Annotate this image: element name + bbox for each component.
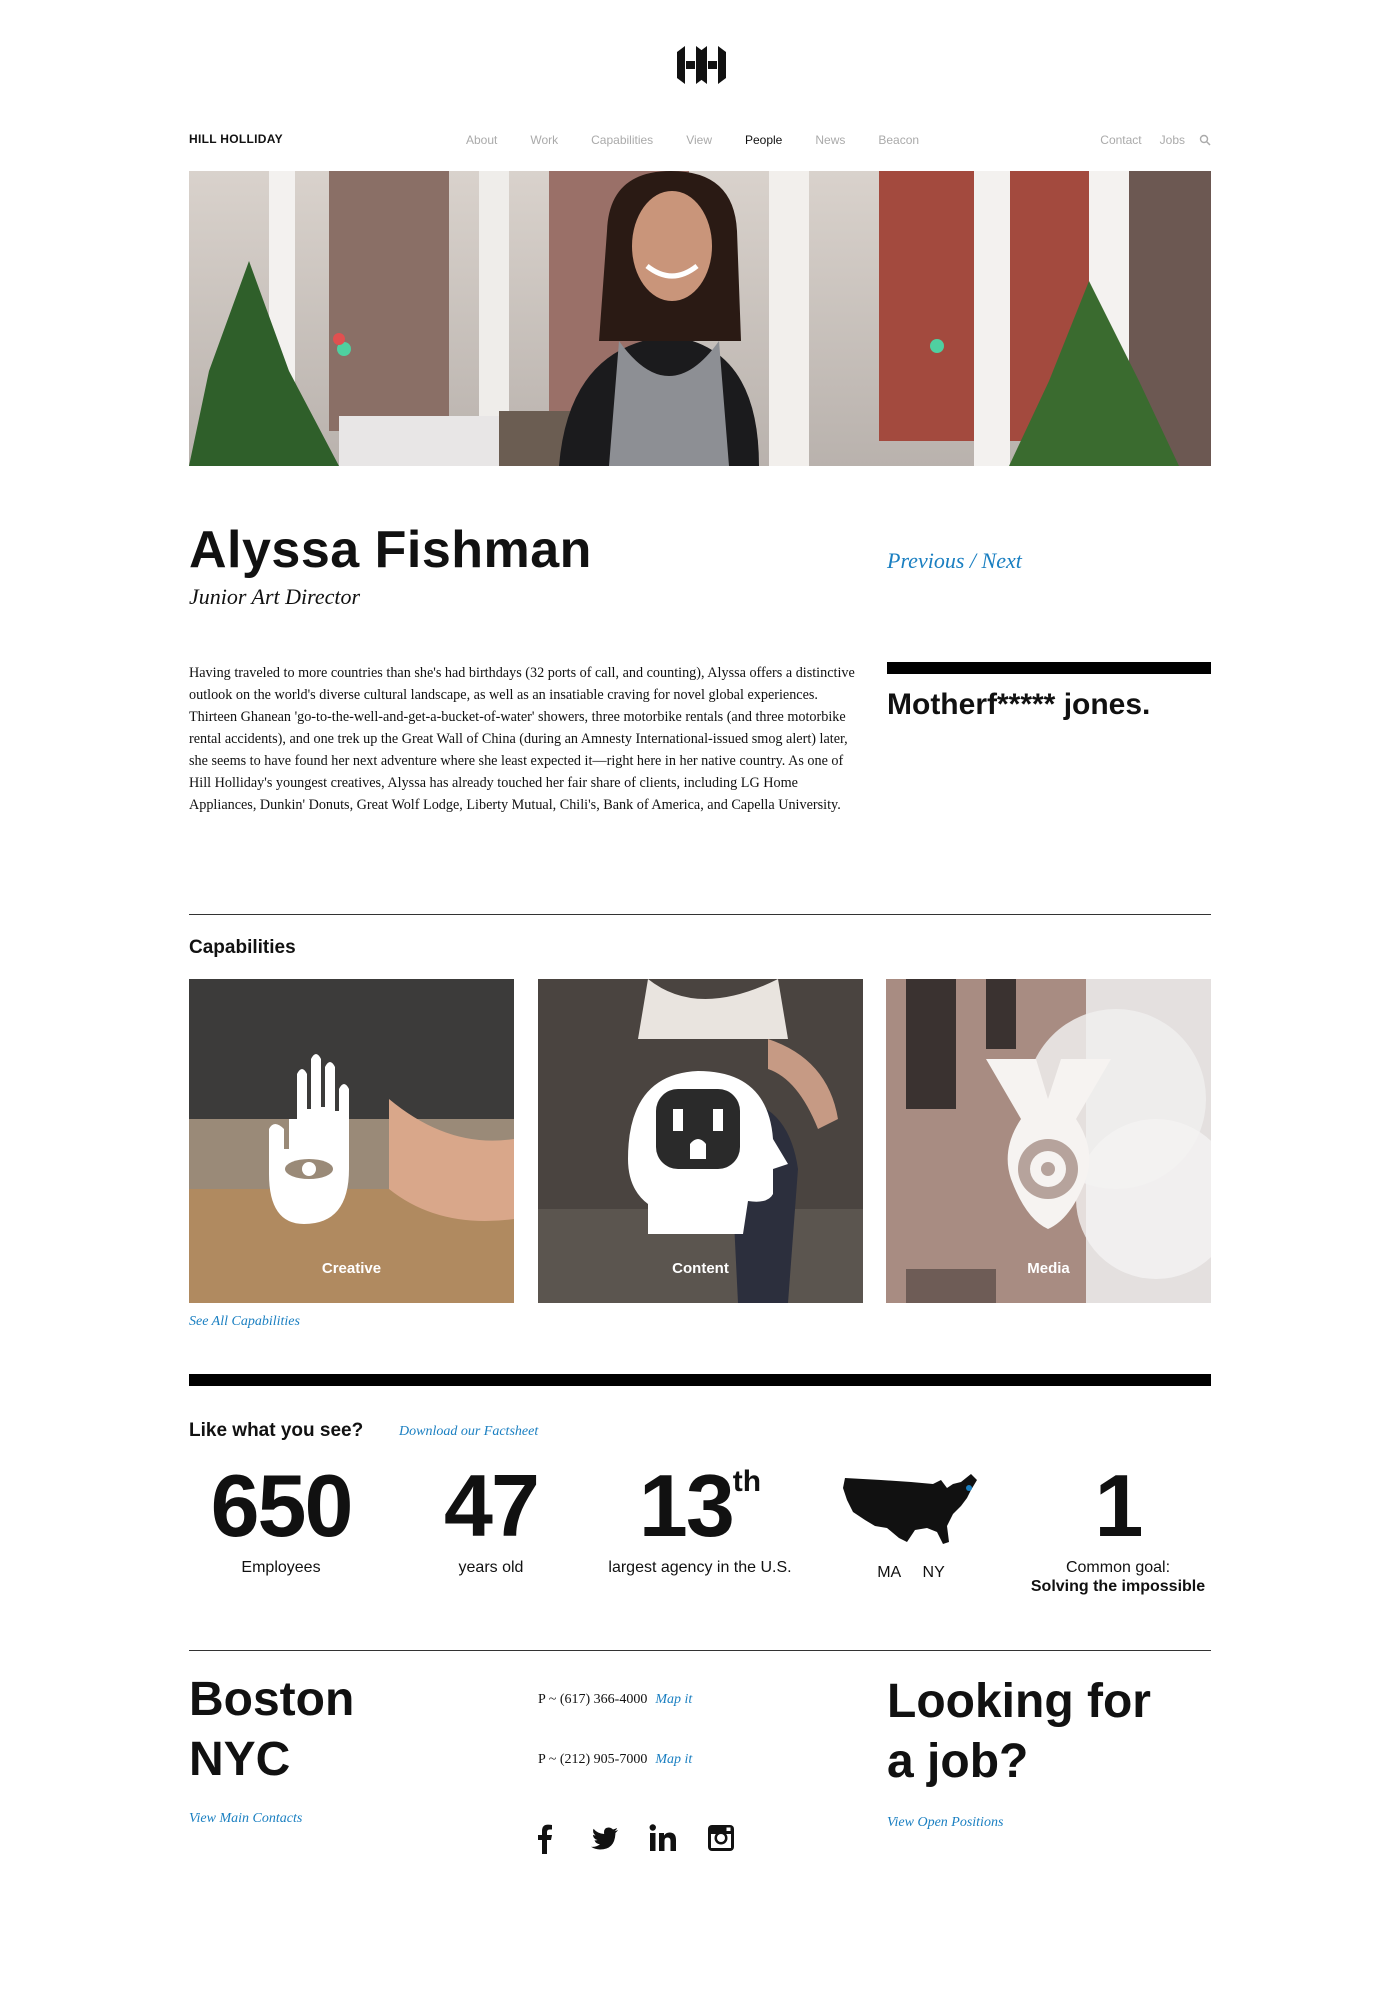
person-job-title: Junior Art Director [189, 584, 361, 609]
stat-number: 47 [444, 1456, 540, 1555]
stat-number: 650 [210, 1456, 354, 1555]
map-it-nyc-link[interactable]: Map it [655, 1752, 692, 1767]
stat-number: 1 [1094, 1456, 1144, 1555]
twitter-icon[interactable] [590, 1822, 620, 1854]
hero-portrait-photo [189, 171, 1211, 466]
next-link[interactable]: Next [982, 548, 1022, 573]
stat-employees: 650 Employees [196, 1462, 366, 1577]
see-all-capabilities-link[interactable]: See All Capabilities [189, 1314, 300, 1330]
phone-boston: P ~ (617) 366-4000 Map it [538, 1692, 693, 1707]
content-photo [538, 979, 863, 1303]
nav-item-news[interactable]: News [815, 133, 845, 147]
stat-rank: 13th largest agency in the U.S. [590, 1462, 810, 1577]
capability-label-creative: Creative [321, 1260, 382, 1277]
main-nav: About Work Capabilities View People News… [466, 133, 952, 147]
stat-goal: 1 Common goal: Solving the impossible [1018, 1462, 1218, 1596]
jobs-heading: Looking for a job? [887, 1675, 1151, 1788]
nav-item-contact[interactable]: Contact [1100, 133, 1141, 147]
capabilities-heading: Capabilities [189, 937, 296, 958]
capability-tile-media[interactable]: Media [886, 979, 1211, 1303]
previous-next-nav: Previous / Next [887, 548, 1022, 574]
nav-item-jobs[interactable]: Jobs [1160, 133, 1185, 147]
capability-label-media: Media [1027, 1260, 1070, 1277]
us-map-icon [843, 1474, 977, 1544]
nav-separator: / [964, 548, 982, 573]
view-open-positions-link[interactable]: View Open Positions [887, 1815, 1003, 1831]
facts-divider [189, 1374, 1211, 1386]
linkedin-icon[interactable] [648, 1822, 678, 1854]
stat-ordinal: th [732, 1465, 762, 1498]
stat-number: 13th [638, 1456, 762, 1555]
nav-item-people[interactable]: People [745, 133, 782, 147]
facts-heading: Like what you see? [189, 1420, 364, 1441]
stat-label: largest agency in the U.S. [608, 1559, 792, 1576]
instagram-icon[interactable] [706, 1822, 736, 1854]
person-name: Alyssa Fishman [189, 521, 592, 579]
person-quote: Motherf***** jones. [887, 688, 1151, 721]
brand-name[interactable]: HILL HOLLIDAY [189, 132, 283, 146]
section-divider [189, 914, 1211, 915]
stat-years: 47 years old [406, 1462, 576, 1577]
creative-photo [189, 979, 514, 1303]
map-it-boston-link[interactable]: Map it [655, 1692, 692, 1707]
capability-tile-content[interactable]: Content [538, 979, 863, 1303]
view-main-contacts-link[interactable]: View Main Contacts [189, 1811, 302, 1827]
person-bio: Having traveled to more countries than s… [189, 665, 855, 813]
download-factsheet-link[interactable]: Download our Factsheet [399, 1424, 538, 1440]
facebook-icon[interactable] [530, 1822, 560, 1854]
city-boston: Boston [189, 1673, 355, 1726]
stat-label: Common goal: Solving the impossible [1018, 1558, 1218, 1596]
media-photo [886, 979, 1211, 1303]
stat-label: years old [458, 1559, 524, 1576]
stat-locations: MA NY [836, 1462, 986, 1582]
city-nyc: NYC [189, 1733, 291, 1786]
capability-tile-creative[interactable]: Creative [189, 979, 514, 1303]
stat-label: MA NY [877, 1564, 945, 1581]
capability-label-content: Content [672, 1260, 729, 1277]
secondary-nav: Contact Jobs [1082, 133, 1211, 147]
stat-label: Employees [241, 1559, 321, 1576]
previous-link[interactable]: Previous [887, 548, 964, 573]
hill-holliday-logo[interactable] [675, 44, 727, 86]
search-icon[interactable] [1199, 134, 1211, 146]
nav-item-work[interactable]: Work [530, 133, 558, 147]
goal-text: Solving the impossible [1030, 1578, 1206, 1595]
phone-nyc: P ~ (212) 905-7000 Map it [538, 1752, 693, 1767]
nav-item-capabilities[interactable]: Capabilities [591, 133, 653, 147]
nav-item-beacon[interactable]: Beacon [878, 133, 919, 147]
footer-divider [189, 1650, 1211, 1651]
quote-divider [887, 662, 1211, 674]
nav-item-about[interactable]: About [466, 133, 497, 147]
nav-item-view[interactable]: View [686, 133, 712, 147]
